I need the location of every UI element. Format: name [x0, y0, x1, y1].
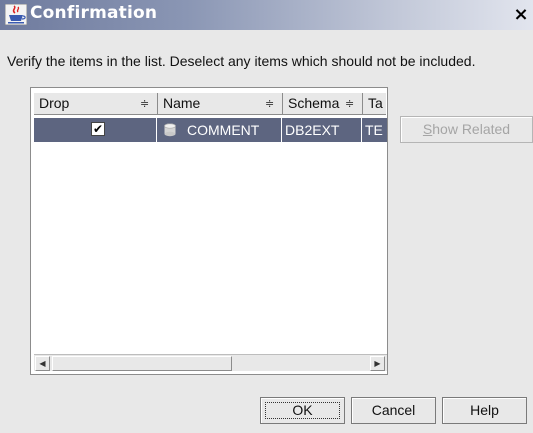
show-related-button[interactable]: Show Related — [400, 116, 533, 143]
table-empty-area[interactable] — [34, 142, 387, 354]
help-label: Help — [470, 402, 499, 418]
ok-button[interactable]: OK — [260, 397, 345, 424]
scrollbar-thumb[interactable] — [52, 356, 232, 371]
column-header-schema[interactable]: Schema ≑ — [283, 93, 363, 115]
sort-updown-icon: ≑ — [345, 97, 355, 110]
window-title: Confirmation — [30, 3, 158, 23]
show-related-mnemonic: S — [422, 121, 433, 137]
cancel-button[interactable]: Cancel — [351, 397, 436, 424]
cancel-label: Cancel — [371, 402, 416, 418]
row-name: COMMENT — [187, 122, 260, 138]
column-header-type[interactable]: Ta — [363, 93, 386, 115]
cell-name: COMMENT — [157, 118, 282, 142]
sort-updown-icon: ≑ — [140, 97, 150, 110]
column-header-type-label: Ta — [368, 95, 383, 111]
close-icon[interactable]: × — [509, 3, 533, 27]
java-app-icon — [5, 4, 27, 25]
confirmation-dialog: Confirmation × Verify the items in the l… — [0, 0, 533, 433]
column-header-name[interactable]: Name ≑ — [158, 93, 283, 115]
scroll-left-icon[interactable]: ◀ — [35, 356, 50, 371]
scroll-right-icon[interactable]: ▶ — [370, 356, 385, 371]
column-header-drop[interactable]: Drop ≑ — [34, 93, 158, 115]
column-header-name-label: Name — [163, 95, 201, 111]
cell-type: TE — [362, 118, 387, 142]
row-type: TE — [365, 122, 383, 138]
column-header-drop-label: Drop — [39, 95, 70, 111]
cell-schema: DB2EXT — [282, 118, 362, 142]
title-bar[interactable]: Confirmation × — [0, 0, 533, 30]
ok-label: OK — [292, 402, 313, 418]
column-header-schema-label: Schema — [288, 95, 340, 111]
show-related-label: how Related — [432, 121, 511, 137]
drop-checkbox[interactable]: ✔ — [91, 122, 105, 136]
help-button[interactable]: Help — [442, 397, 527, 424]
cell-drop[interactable]: ✔ — [34, 118, 157, 142]
row-schema: DB2EXT — [285, 122, 340, 138]
instruction-text: Verify the items in the list. Deselect a… — [7, 53, 476, 69]
table-row[interactable]: ✔ COMMENT DB2EXT TE — [34, 118, 387, 142]
horizontal-scrollbar[interactable]: ◀ ▶ — [34, 354, 387, 371]
database-table-icon — [164, 123, 176, 137]
sort-updown-icon: ≑ — [265, 97, 275, 110]
